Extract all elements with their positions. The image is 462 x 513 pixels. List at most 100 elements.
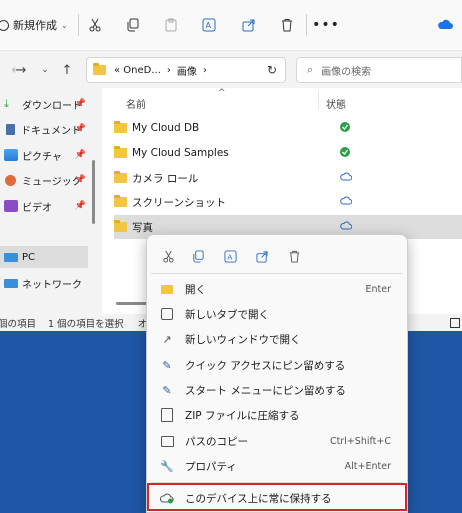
trash-icon: [282, 19, 292, 32]
sidebar-item-label: ダウンロード: [22, 100, 82, 112]
command-bar: 新規作成 ⌄ A •••: [0, 0, 462, 51]
address-bar[interactable]: « OneD... › 画像 › ↻: [86, 57, 286, 83]
more-icon: •••: [312, 17, 340, 33]
table-row[interactable]: カメラ ロール: [114, 166, 462, 190]
share-button[interactable]: [240, 14, 258, 36]
folder-icon: [114, 195, 127, 207]
pin-icon: 📌: [74, 175, 86, 185]
sort-ascending-icon: ^: [218, 88, 226, 98]
arrow-right-icon: →: [15, 62, 27, 78]
highlight-box: [147, 483, 407, 511]
onedrive-button[interactable]: [436, 14, 454, 36]
sidebar-item-label: ドキュメント: [21, 125, 81, 137]
menu-delete-button[interactable]: [283, 245, 305, 267]
menu-share-button[interactable]: [251, 245, 273, 267]
sidebar-item-downloads[interactable]: ⤓ ダウンロード 📌: [0, 93, 88, 115]
menu-copy-button[interactable]: [187, 245, 209, 267]
menu-item-accelerator: Enter: [365, 283, 392, 295]
toolbar-divider: [306, 14, 307, 36]
synced-check-icon: [340, 146, 350, 160]
sidebar-item-label: ビデオ: [22, 202, 52, 214]
rename-icon: A: [223, 249, 237, 263]
zip-icon: [159, 407, 175, 423]
svg-text:A: A: [227, 252, 232, 261]
up-button[interactable]: ↑: [58, 61, 76, 79]
menu-item-label: ZIP ファイルに圧縮する: [185, 409, 300, 422]
sidebar-item-videos[interactable]: ビデオ 📌: [0, 195, 88, 217]
table-row[interactable]: My Cloud Samples: [114, 141, 462, 165]
folder-icon: [114, 220, 127, 232]
table-row[interactable]: スクリーンショット: [114, 190, 462, 214]
menu-cut-button[interactable]: [157, 245, 179, 267]
copy-button[interactable]: [124, 14, 142, 36]
table-row[interactable]: My Cloud DB: [114, 116, 462, 140]
new-button-label: 新規作成: [13, 19, 57, 32]
selection-count: 1 個の項目を選択: [48, 318, 124, 330]
cut-icon: [162, 250, 174, 263]
open-folder-icon: [159, 281, 175, 297]
refresh-icon[interactable]: ↻: [267, 63, 277, 77]
menu-item-label: 新しいタブで開く: [185, 308, 269, 321]
sidebar-item-label: ピクチャ: [22, 151, 62, 163]
menu-item-label: クイック アクセスにピン留めする: [185, 359, 346, 372]
search-placeholder: 画像の検索: [321, 66, 372, 78]
details-view-icon[interactable]: [450, 317, 460, 328]
column-header-status[interactable]: 状態: [326, 96, 346, 111]
context-menu: A 開く Enter 新しいタブで開く ↗ 新しいウィンドウで開く ✎ クイック…: [146, 234, 408, 513]
share-icon: [255, 250, 268, 263]
picture-icon: [4, 149, 18, 161]
more-options-button[interactable]: •••: [312, 14, 339, 36]
sidebar-item-pc[interactable]: PC: [0, 246, 88, 268]
forward-button[interactable]: →: [12, 61, 30, 79]
recent-dropdown[interactable]: ⌄: [36, 61, 54, 79]
column-header-name[interactable]: 名前: [126, 96, 146, 111]
breadcrumb-onedrive[interactable]: « OneD...: [114, 65, 161, 76]
folder-icon: [114, 171, 127, 183]
menu-item-label: 新しいウィンドウで開く: [185, 333, 301, 346]
menu-item-label: 開く: [185, 283, 206, 296]
pin-icon: 📌: [74, 150, 86, 160]
item-count: 個の項目: [0, 318, 37, 330]
menu-divider: [151, 273, 403, 274]
sidebar-item-network[interactable]: ネットワーク: [0, 272, 88, 294]
breadcrumb-pictures[interactable]: 画像: [177, 63, 197, 78]
cloud-status-icon: [340, 221, 353, 233]
trash-icon: [289, 250, 299, 263]
menu-item-label: プロパティ: [185, 460, 237, 473]
menu-item-pin-start[interactable]: ✎ スタート メニューにピン留めする: [151, 378, 403, 402]
copy-icon: [192, 249, 204, 263]
paste-button[interactable]: [162, 14, 180, 36]
new-tab-icon: [159, 306, 175, 322]
chevron-down-icon: ⌄: [41, 65, 49, 75]
new-button[interactable]: 新規作成 ⌄: [0, 14, 74, 36]
music-icon: [5, 174, 16, 186]
sidebar-scrollbar[interactable]: [92, 160, 95, 224]
navigation-pane: ⤓ ダウンロード 📌 ドキュメント 📌 ピクチャ 📌 ミュージック 📌 ビデオ …: [0, 88, 96, 314]
folder-icon: [114, 146, 127, 158]
cut-icon: [89, 18, 101, 32]
sidebar-item-pictures[interactable]: ピクチャ 📌: [0, 144, 88, 166]
menu-item-copy-path[interactable]: パスのコピー Ctrl+Shift+C: [151, 429, 403, 453]
menu-item-open-new-window[interactable]: ↗ 新しいウィンドウで開く: [151, 327, 403, 351]
file-name: My Cloud DB: [132, 122, 200, 134]
sidebar-item-music[interactable]: ミュージック 📌: [0, 169, 88, 191]
search-icon: ⌕: [307, 63, 314, 76]
file-name: カメラ ロール: [132, 172, 199, 185]
menu-item-pin-quick-access[interactable]: ✎ クイック アクセスにピン留めする: [151, 353, 403, 377]
menu-item-open[interactable]: 開く Enter: [151, 277, 403, 301]
document-icon: [6, 123, 15, 135]
toolbar-divider: [78, 14, 79, 36]
search-box[interactable]: ⌕ 画像の検索: [296, 57, 462, 83]
menu-item-open-new-tab[interactable]: 新しいタブで開く: [151, 302, 403, 326]
delete-button[interactable]: [278, 14, 296, 36]
menu-item-properties[interactable]: 🔧 プロパティ Alt+Enter: [151, 454, 403, 478]
menu-rename-button[interactable]: A: [219, 245, 241, 267]
rename-button[interactable]: A: [200, 14, 218, 36]
cut-button[interactable]: [86, 14, 104, 36]
sidebar-item-documents[interactable]: ドキュメント 📌: [0, 118, 88, 140]
menu-item-compress-zip[interactable]: ZIP ファイルに圧縮する: [151, 403, 403, 427]
video-icon: [4, 200, 18, 212]
column-divider[interactable]: [318, 92, 319, 110]
copy-path-icon: [159, 433, 175, 449]
copy-icon: [127, 18, 139, 32]
